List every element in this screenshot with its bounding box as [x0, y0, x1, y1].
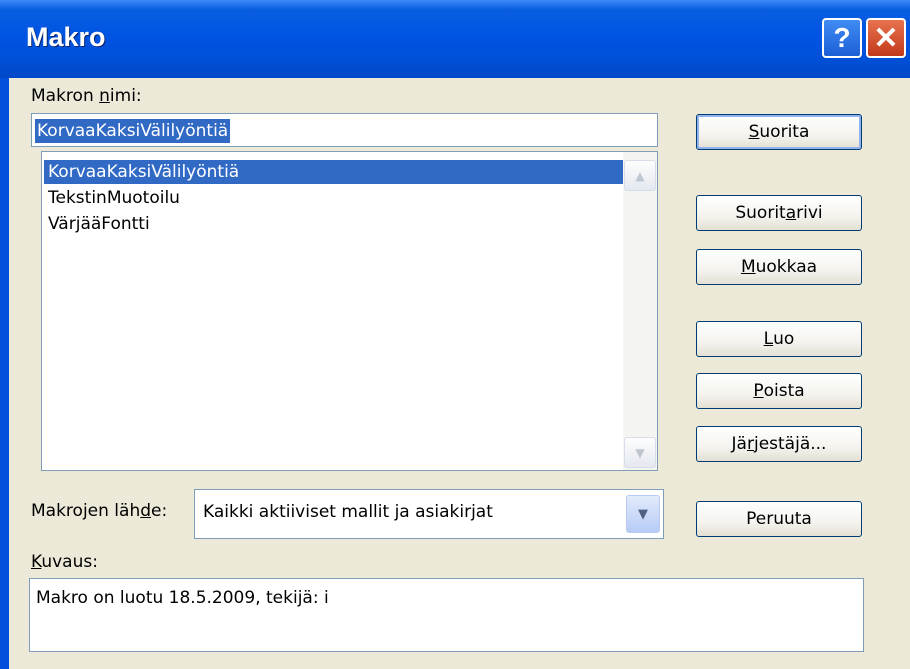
edit-button[interactable]: Muokkaa [696, 249, 862, 285]
macro-name-label: Makron nimi: [31, 86, 142, 106]
list-item[interactable]: VärjääFontti [44, 212, 150, 236]
list-item[interactable]: TekstinMuotoilu [44, 186, 180, 210]
window-title: Makro [26, 22, 106, 52]
description-field[interactable]: Makro on luotu 18.5.2009, tekijä: i [29, 578, 864, 652]
list-item[interactable]: KorvaaKaksiVälilyöntiä [44, 160, 626, 184]
description-value: Makro on luotu 18.5.2009, tekijä: i [36, 588, 329, 608]
chevron-down-icon[interactable]: ▼ [626, 495, 660, 533]
run-button[interactable]: Suorita [696, 114, 862, 150]
vertical-scrollbar[interactable]: ▲ ▼ [623, 152, 657, 470]
cancel-button[interactable]: Peruuta [696, 501, 862, 537]
macro-list[interactable]: KorvaaKaksiVälilyöntiä TekstinMuotoilu V… [41, 151, 658, 471]
chevron-down-icon[interactable]: ▼ [624, 437, 656, 468]
title-bar[interactable]: Makro ? ✕ [0, 0, 910, 78]
macro-name-input[interactable]: KorvaaKaksiVälilyöntiä [31, 113, 658, 147]
macro-name-value: KorvaaKaksiVälilyöntiä [35, 119, 231, 143]
macro-source-dropdown[interactable]: Kaikki aktiiviset mallit ja asiakirjat ▼ [194, 489, 664, 539]
macro-source-value: Kaikki aktiiviset mallit ja asiakirjat [203, 502, 493, 522]
create-button[interactable]: Luo [696, 321, 862, 357]
help-button[interactable]: ? [822, 18, 862, 58]
delete-button[interactable]: Poista [696, 373, 862, 409]
step-into-button[interactable]: Suorit a rivi [696, 195, 862, 231]
chevron-up-icon[interactable]: ▲ [624, 160, 656, 191]
macro-source-label: Makrojen lähde: [31, 501, 168, 521]
close-button[interactable]: ✕ [866, 18, 906, 58]
window-frame [0, 78, 9, 669]
organizer-button[interactable]: Jä r jestäjä... [696, 426, 862, 462]
macro-dialog: Makro ? ✕ Makron nimi: KorvaaKaksiVälily… [0, 0, 910, 669]
description-label: Kuvaus: [31, 552, 98, 572]
